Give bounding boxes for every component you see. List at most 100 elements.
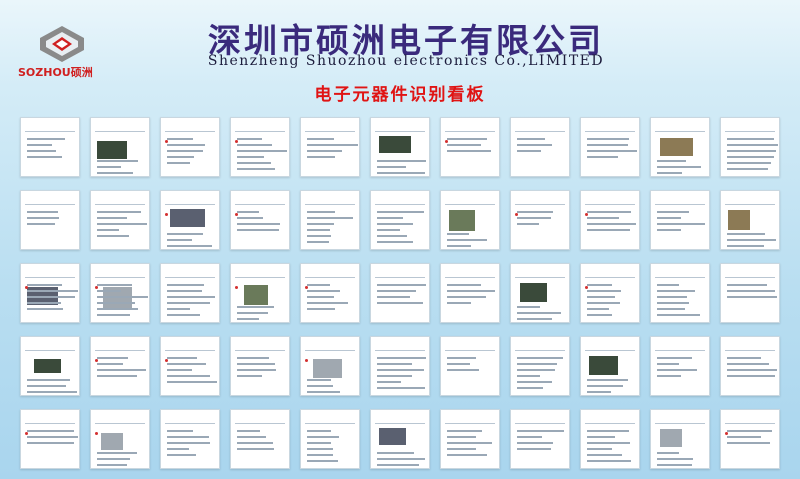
thumbnail-text-line — [657, 166, 701, 168]
thumbnail-text-line — [237, 357, 269, 359]
thumbnail-text-line — [657, 217, 681, 219]
thumbnail-text-line — [377, 464, 419, 466]
document-thumbnail — [160, 190, 220, 250]
thumbnail-text-line — [517, 357, 563, 359]
thumbnail-text-line — [377, 284, 426, 286]
thumbnail-text-line — [657, 223, 705, 225]
thumbnail-text-line — [167, 233, 203, 235]
thumbnail-title-bar — [445, 123, 495, 132]
thumbnail-text-line — [307, 302, 348, 304]
thumbnail-text-line — [657, 314, 700, 316]
thumbnail-text-line — [587, 436, 615, 438]
thumbnail-text-line — [517, 387, 543, 389]
document-thumbnail — [440, 117, 500, 177]
thumbnail-text-line — [307, 235, 331, 237]
thumbnail-text-line — [27, 296, 75, 298]
thumbnail-text-line — [167, 144, 205, 146]
thumbnail-text-line — [447, 296, 486, 298]
thumbnail-text-line — [27, 379, 70, 381]
thumbnail-title-bar — [235, 342, 285, 351]
document-thumbnail — [370, 263, 430, 323]
thumbnail-title-bar — [375, 269, 425, 278]
thumbnail-title-bar — [165, 415, 215, 424]
thumbnail-text-line — [587, 138, 629, 140]
thumbnail-text-line — [447, 357, 476, 359]
thumbnail-title-bar — [585, 123, 635, 132]
thumbnail-text-line — [517, 223, 539, 225]
thumbnail-text-line — [727, 296, 777, 298]
thumbnail-text-line — [97, 375, 137, 377]
thumbnail-title-bar — [725, 269, 775, 278]
thumbnail-text-line — [377, 229, 400, 231]
thumbnail-image — [34, 359, 61, 373]
thumbnail-text-line — [167, 430, 193, 432]
company-logo: SOZHOU硕洲 — [18, 24, 106, 79]
thumbnail-text-line — [167, 162, 190, 164]
thumbnail-title-bar — [25, 342, 75, 351]
thumbnail-text-line — [97, 369, 146, 371]
thumbnail-image — [97, 141, 127, 159]
thumbnail-text-line — [517, 442, 553, 444]
document-thumbnail — [580, 409, 640, 469]
thumbnail-text-line — [587, 454, 622, 456]
document-thumbnail — [90, 263, 150, 323]
thumbnail-text-line — [167, 436, 209, 438]
document-thumbnail — [440, 409, 500, 469]
thumbnail-text-line — [587, 284, 612, 286]
thumbnail-text-line — [307, 442, 331, 444]
document-thumbnail — [90, 190, 150, 250]
thumbnail-text-line — [657, 284, 679, 286]
thumbnail-text-line — [27, 442, 74, 444]
thumbnail-text-line — [27, 223, 55, 225]
thumbnail-text-line — [447, 150, 491, 152]
thumbnail-title-bar — [25, 415, 75, 424]
thumbnail-title-bar — [305, 123, 355, 132]
document-thumbnail — [160, 409, 220, 469]
thumbnail-text-line — [727, 442, 770, 444]
thumbnail-image — [589, 356, 618, 375]
thumbnail-text-line — [377, 363, 412, 365]
thumbnail-text-line — [237, 144, 272, 146]
thumbnail-text-line — [447, 363, 470, 365]
document-thumbnail — [510, 117, 570, 177]
document-thumbnail — [720, 117, 780, 177]
thumbnail-text-line — [587, 144, 628, 146]
thumbnail-text-line — [377, 381, 401, 383]
thumbnail-title-bar — [375, 196, 425, 205]
thumbnail-title-bar — [305, 415, 355, 424]
thumbnail-bullet — [235, 140, 238, 143]
thumbnail-text-line — [657, 211, 689, 213]
thumbnail-text-line — [307, 391, 340, 393]
document-thumbnail — [580, 117, 640, 177]
board-title: 电子元器件识别看板 — [314, 85, 486, 105]
document-thumbnail — [650, 263, 710, 323]
thumbnail-text-line — [727, 239, 776, 241]
thumbnail-text-line — [167, 308, 190, 310]
thumbnail-text-line — [517, 448, 551, 450]
sozhou-logo-icon — [40, 26, 84, 62]
thumbnail-text-line — [307, 217, 353, 219]
document-thumbnail — [230, 263, 290, 323]
thumbnail-text-line — [167, 284, 204, 286]
thumbnail-text-line — [377, 375, 412, 377]
thumbnail-title-bar — [655, 196, 705, 205]
thumbnail-text-line — [587, 430, 629, 432]
thumbnail-text-line — [97, 229, 119, 231]
thumbnail-text-line — [307, 284, 330, 286]
thumbnail-text-line — [377, 223, 413, 225]
thumbnail-title-bar — [585, 269, 635, 278]
thumbnail-text-line — [727, 245, 764, 247]
thumbnail-text-line — [587, 211, 631, 213]
thumbnail-image — [520, 283, 547, 302]
thumbnail-text-line — [97, 160, 138, 162]
thumbnail-text-line — [587, 290, 621, 292]
thumbnail-text-line — [167, 239, 192, 241]
thumbnail-text-line — [167, 156, 194, 158]
thumbnail-text-line — [657, 369, 697, 371]
thumbnail-text-line — [447, 233, 469, 235]
thumbnail-text-line — [237, 168, 275, 170]
thumbnail-text-line — [517, 211, 553, 213]
thumbnail-title-bar — [445, 342, 495, 351]
thumbnail-text-line — [587, 302, 620, 304]
thumbnail-text-line — [517, 144, 552, 146]
